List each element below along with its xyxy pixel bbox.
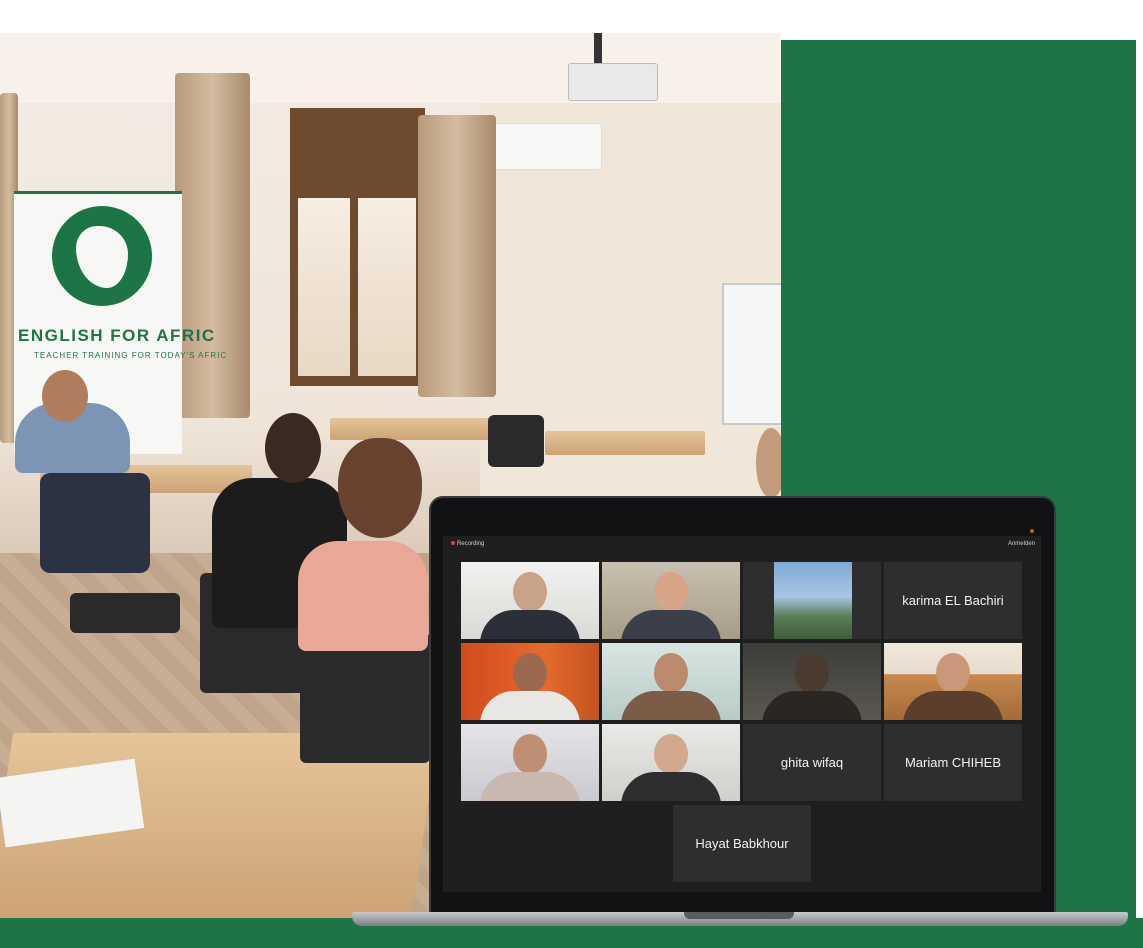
participant-tile-10[interactable] (602, 724, 740, 801)
participant-tile-6[interactable] (602, 643, 740, 720)
participant-tile-12[interactable]: Mariam CHIHEB (884, 724, 1022, 801)
participant-tile-4[interactable]: karima EL Bachiri (884, 562, 1022, 639)
ceiling (0, 33, 781, 103)
participant-tile-1[interactable] (461, 562, 599, 639)
participant-tile-8[interactable] (884, 643, 1022, 720)
air-conditioner (480, 123, 602, 170)
participant-tile-3[interactable] (743, 562, 881, 639)
banner-subtitle: TEACHER TRAINING FOR TODAY'S AFRIC (34, 351, 228, 360)
recording-label: Recording (457, 541, 485, 547)
chair-front (300, 633, 430, 763)
participant-tile-13[interactable]: Hayat Babkhour (673, 805, 811, 882)
window (290, 108, 425, 386)
participant-name: Hayat Babkhour (695, 836, 789, 851)
chair-back (488, 415, 544, 467)
participant-name: karima EL Bachiri (902, 593, 1004, 608)
desk-back-right (545, 431, 705, 455)
video-call-screen: Recording Anmelden karima EL Bachiri ghi… (443, 536, 1041, 892)
signin-link[interactable]: Anmelden (1008, 541, 1035, 547)
participant-name: ghita wifaq (780, 755, 844, 770)
participant-tile-5[interactable] (461, 643, 599, 720)
participant-tile-7[interactable] (743, 643, 881, 720)
projector (568, 63, 658, 101)
record-dot-icon (451, 541, 455, 545)
curtain-right (418, 115, 496, 397)
participant-name: Mariam CHIHEB (904, 755, 1002, 770)
desk-back (330, 418, 495, 440)
webcam-indicator (1030, 529, 1034, 533)
participant-tile-2[interactable] (602, 562, 740, 639)
laptop-notch (684, 912, 794, 919)
chair-left (70, 593, 180, 633)
recording-indicator: Recording (451, 541, 484, 547)
curtain-left (175, 73, 250, 418)
projector-mount (594, 33, 602, 65)
whiteboard (722, 283, 781, 425)
banner-title: ENGLISH FOR AFRIC (18, 326, 216, 345)
participant-tile-11[interactable]: ghita wifaq (743, 724, 881, 801)
participant-tile-9[interactable] (461, 724, 599, 801)
africa-map-icon (52, 206, 152, 306)
